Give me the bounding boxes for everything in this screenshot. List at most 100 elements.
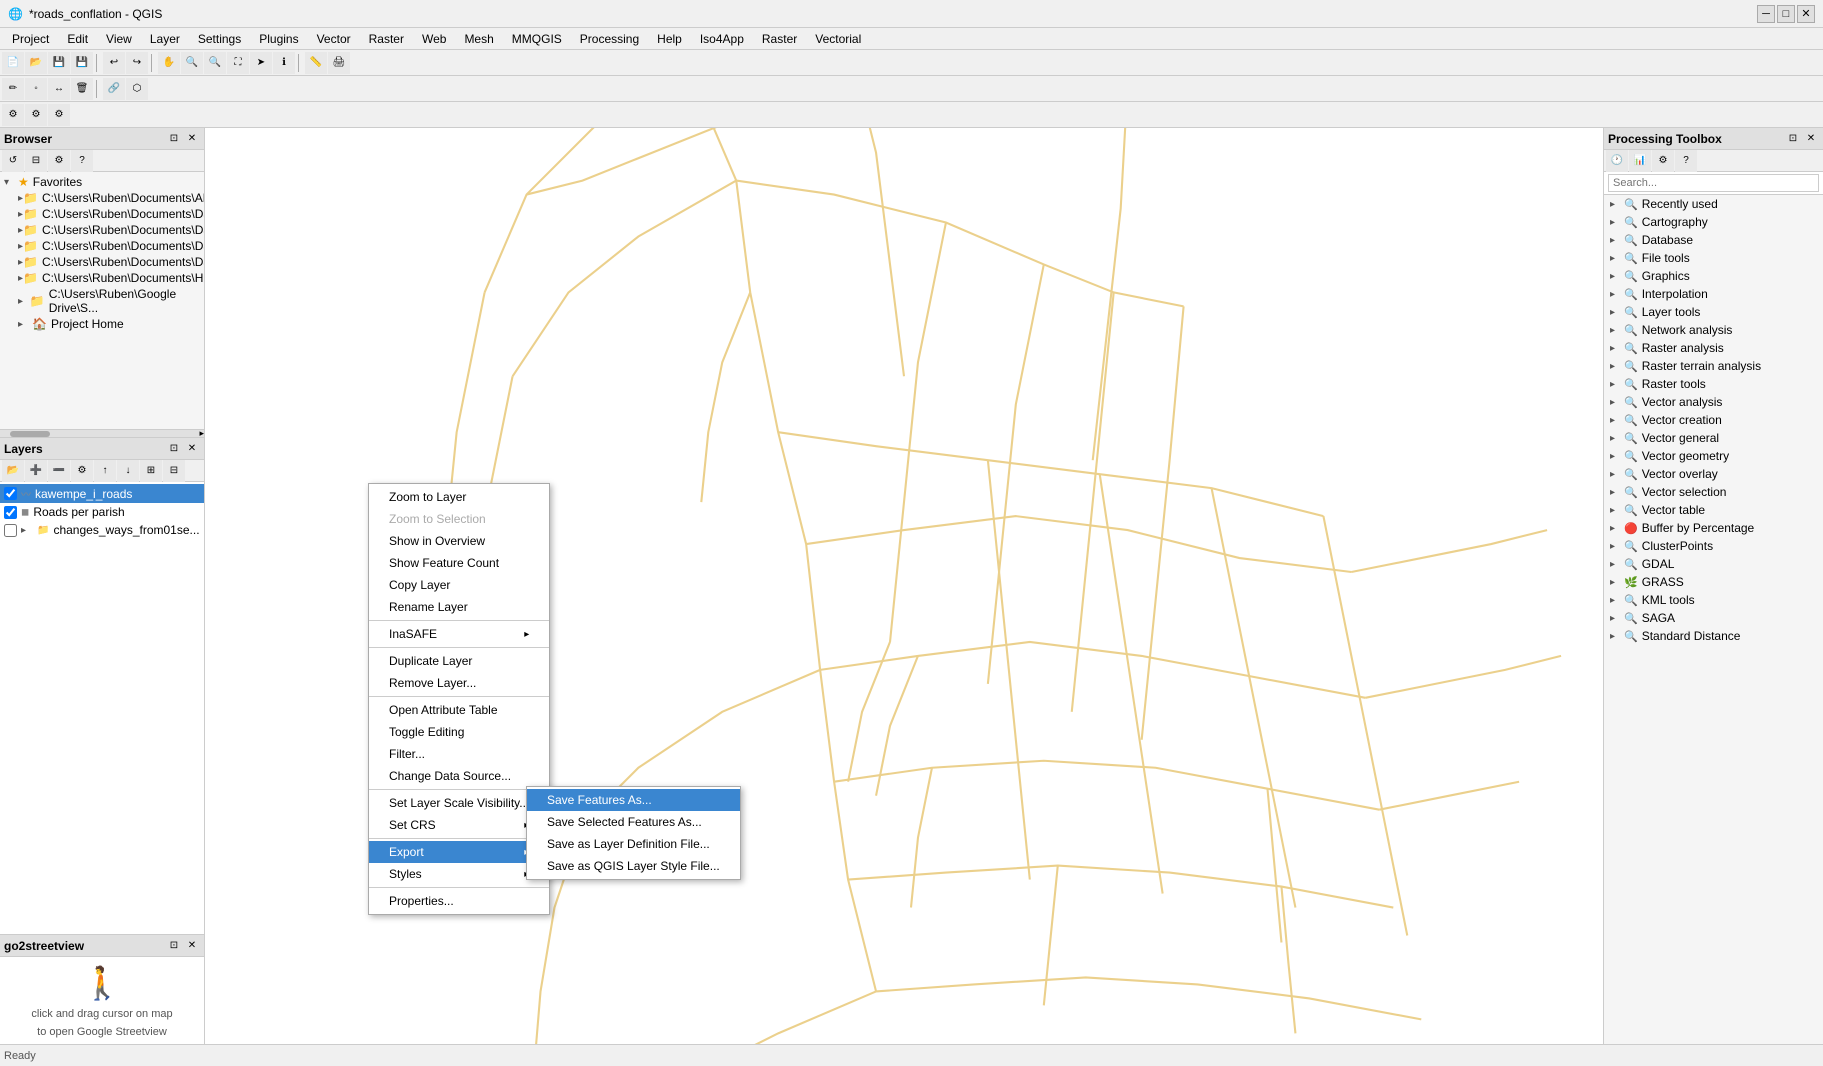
measure-btn[interactable]: 📏	[305, 52, 327, 74]
processing-controls[interactable]: ⊡ ✕	[1785, 131, 1819, 147]
proc-network-analysis[interactable]: ▸ 🔍 Network analysis	[1604, 321, 1823, 339]
proc-vector-table[interactable]: ▸ 🔍 Vector table	[1604, 501, 1823, 519]
processing-float-btn[interactable]: ⊡	[1785, 131, 1801, 147]
proc-help-btn[interactable]: ?	[1675, 150, 1697, 172]
save-btn[interactable]: 💾	[48, 52, 70, 74]
proc-options-btn[interactable]: ⚙	[1652, 150, 1674, 172]
ctx-remove-layer[interactable]: Remove Layer...	[369, 672, 549, 694]
ctx-rename-layer[interactable]: Rename Layer	[369, 596, 549, 618]
proc-vector-creation[interactable]: ▸ 🔍 Vector creation	[1604, 411, 1823, 429]
minimize-button[interactable]: ─	[1757, 5, 1775, 23]
proc-history-btn[interactable]: 🕐	[1606, 150, 1628, 172]
layers-float-btn[interactable]: ⊡	[166, 441, 182, 457]
digitize-btn[interactable]: ✏	[2, 78, 24, 100]
proc-vector-geometry[interactable]: ▸ 🔍 Vector geometry	[1604, 447, 1823, 465]
delete-btn[interactable]: 🗑	[71, 78, 93, 100]
proc-raster-tools[interactable]: ▸ 🔍 Raster tools	[1604, 375, 1823, 393]
proc-vector-overlay[interactable]: ▸ 🔍 Vector overlay	[1604, 465, 1823, 483]
proc-vector-analysis[interactable]: ▸ 🔍 Vector analysis	[1604, 393, 1823, 411]
proc-saga[interactable]: ▸ 🔍 SAGA	[1604, 609, 1823, 627]
browser-item-5[interactable]: ▸ 📁 C:\Users\Ruben\Documents\H...	[0, 270, 204, 286]
plugin-btn2[interactable]: ⚙	[25, 104, 47, 126]
proc-grass[interactable]: ▸ 🌿 GRASS	[1604, 573, 1823, 591]
new-project-btn[interactable]: 📄	[2, 52, 24, 74]
ctx-copy-layer[interactable]: Copy Layer	[369, 574, 549, 596]
ctx-change-datasource[interactable]: Change Data Source...	[369, 765, 549, 787]
menu-item-mesh[interactable]: Mesh	[456, 30, 501, 48]
browser-item-4[interactable]: ▸ 📁 C:\Users\Ruben\Documents\Da...	[0, 254, 204, 270]
streetview-close-btn[interactable]: ✕	[184, 938, 200, 954]
menu-item-edit[interactable]: Edit	[59, 30, 96, 48]
ctx-feature-count[interactable]: Show Feature Count	[369, 552, 549, 574]
layer-roads-parish-checkbox[interactable]	[4, 506, 17, 519]
proc-gdal[interactable]: ▸ 🔍 GDAL	[1604, 555, 1823, 573]
proc-database[interactable]: ▸ 🔍 Database	[1604, 231, 1823, 249]
node-btn[interactable]: ◦	[25, 78, 47, 100]
browser-favorites[interactable]: ▾ ★ Favorites	[0, 174, 204, 190]
proc-layer-tools[interactable]: ▸ 🔍 Layer tools	[1604, 303, 1823, 321]
close-button[interactable]: ✕	[1797, 5, 1815, 23]
streetview-panel-controls[interactable]: ⊡ ✕	[166, 938, 200, 954]
proc-recently-used[interactable]: ▸ 🔍 Recently used	[1604, 195, 1823, 213]
layers-down-btn[interactable]: ↓	[117, 460, 139, 482]
proc-cluster-points[interactable]: ▸ 🔍 ClusterPoints	[1604, 537, 1823, 555]
export-save-features[interactable]: Save Features As...	[527, 789, 740, 811]
menu-item-plugins[interactable]: Plugins	[251, 30, 306, 48]
browser-item-2[interactable]: ▸ 📁 C:\Users\Ruben\Documents\Da...	[0, 222, 204, 238]
select-btn[interactable]: ➤	[250, 52, 272, 74]
browser-item-0[interactable]: ▸ 📁 C:\Users\Ruben\Documents\AF...	[0, 190, 204, 206]
layers-up-btn[interactable]: ↑	[94, 460, 116, 482]
layer-roads-parish[interactable]: ◼ Roads per parish	[0, 503, 204, 521]
browser-panel-controls[interactable]: ⊡ ✕	[166, 131, 200, 147]
export-save-selected[interactable]: Save Selected Features As...	[527, 811, 740, 833]
layers-collapse-btn[interactable]: ⊟	[163, 460, 185, 482]
ctx-attribute-table[interactable]: Open Attribute Table	[369, 699, 549, 721]
menu-item-view[interactable]: View	[98, 30, 140, 48]
browser-help-btn[interactable]: ?	[71, 150, 93, 172]
ctx-inasafe[interactable]: InaSAFE ▸	[369, 623, 549, 645]
menu-item-vector[interactable]: Vector	[309, 30, 359, 48]
streetview-float-btn[interactable]: ⊡	[166, 938, 182, 954]
browser-filter-btn[interactable]: ⚙	[48, 150, 70, 172]
layers-remove-btn[interactable]: ➖	[48, 460, 70, 482]
menu-item-raster[interactable]: Raster	[754, 30, 805, 48]
ctx-show-overview[interactable]: Show in Overview	[369, 530, 549, 552]
menu-item-help[interactable]: Help	[649, 30, 690, 48]
ctx-styles[interactable]: Styles ▸	[369, 863, 549, 885]
proc-kml-tools[interactable]: ▸ 🔍 KML tools	[1604, 591, 1823, 609]
proc-cartography[interactable]: ▸ 🔍 Cartography	[1604, 213, 1823, 231]
browser-item-1[interactable]: ▸ 📁 C:\Users\Ruben\Documents\Da...	[0, 206, 204, 222]
move-btn[interactable]: ↔	[48, 78, 70, 100]
map-area[interactable]: Zoom to Layer Zoom to Selection Show in …	[205, 128, 1603, 1044]
menu-item-iso-app[interactable]: Iso4App	[692, 30, 752, 48]
ctx-set-crs[interactable]: Set CRS ▸	[369, 814, 549, 836]
identify-btn[interactable]: ℹ	[273, 52, 295, 74]
layers-open-btn[interactable]: 📂	[2, 460, 24, 482]
processing-search-input[interactable]	[1608, 174, 1819, 192]
ctx-duplicate-layer[interactable]: Duplicate Layer	[369, 650, 549, 672]
layer-kawempe[interactable]: 〰 kawempe_i_roads	[0, 484, 204, 503]
undo-btn[interactable]: ↩	[103, 52, 125, 74]
layers-filter-btn[interactable]: ⚙	[71, 460, 93, 482]
proc-raster-analysis[interactable]: ▸ 🔍 Raster analysis	[1604, 339, 1823, 357]
proc-interpolation[interactable]: ▸ 🔍 Interpolation	[1604, 285, 1823, 303]
browser-item-6[interactable]: ▸ 📁 C:\Users\Ruben\Google Drive\S...	[0, 286, 204, 316]
proc-raster-terrain[interactable]: ▸ 🔍 Raster terrain analysis	[1604, 357, 1823, 375]
menu-item-raster[interactable]: Raster	[361, 30, 412, 48]
proc-buffer-pct[interactable]: ▸ 🔴 Buffer by Percentage	[1604, 519, 1823, 537]
browser-collapse-btn[interactable]: ⊟	[25, 150, 47, 172]
proc-vector-selection[interactable]: ▸ 🔍 Vector selection	[1604, 483, 1823, 501]
menu-item-layer[interactable]: Layer	[142, 30, 188, 48]
layers-panel-controls[interactable]: ⊡ ✕	[166, 441, 200, 457]
menu-item-processing[interactable]: Processing	[572, 30, 647, 48]
redo-btn[interactable]: ↪	[126, 52, 148, 74]
layer-kawempe-checkbox[interactable]	[4, 487, 17, 500]
export-save-layer-def[interactable]: Save as Layer Definition File...	[527, 833, 740, 855]
zoom-full-btn[interactable]: ⛶	[227, 52, 249, 74]
zoom-out-btn[interactable]: 🔍	[204, 52, 226, 74]
ctx-properties[interactable]: Properties...	[369, 890, 549, 912]
ctx-scale-visibility[interactable]: Set Layer Scale Visibility...	[369, 792, 549, 814]
print-btn[interactable]: 🖨	[328, 52, 350, 74]
proc-graphics[interactable]: ▸ 🔍 Graphics	[1604, 267, 1823, 285]
browser-float-btn[interactable]: ⊡	[166, 131, 182, 147]
